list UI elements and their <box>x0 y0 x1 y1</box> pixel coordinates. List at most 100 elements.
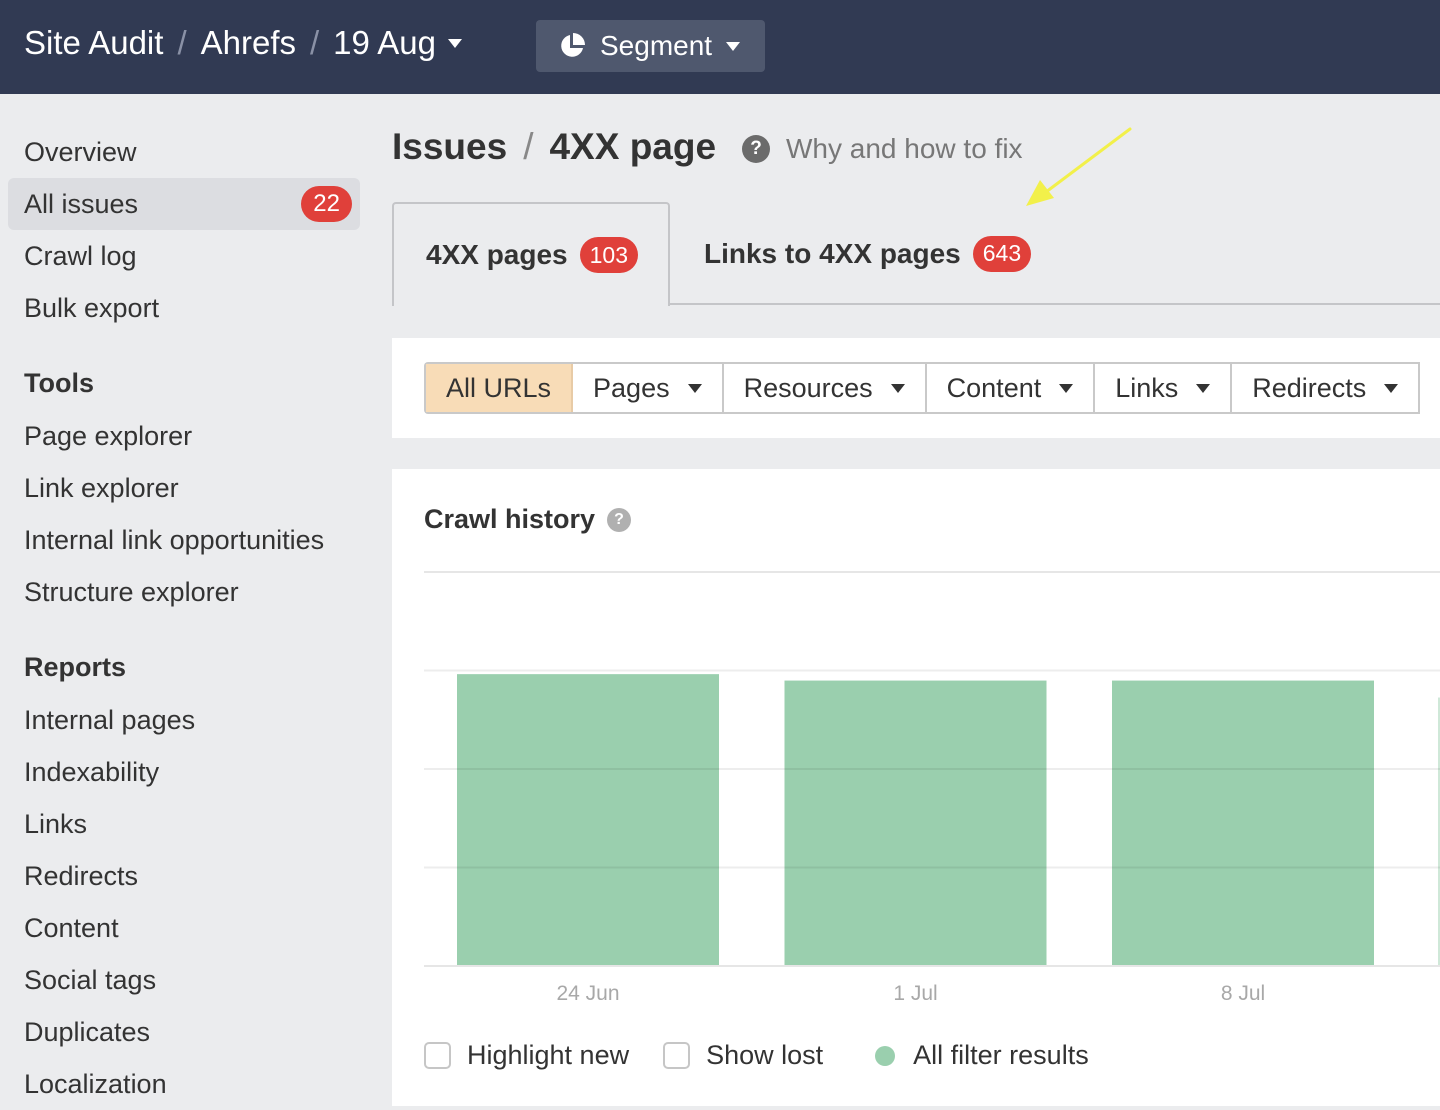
bar-1-jul[interactable] <box>784 680 1047 966</box>
title-separator: / <box>523 126 534 167</box>
filter-label: Redirects <box>1252 372 1367 403</box>
sidebar-item-label: Indexability <box>24 756 160 787</box>
sidebar-item-content[interactable]: Content <box>8 902 360 954</box>
sidebar-item-redirects[interactable]: Redirects <box>8 850 360 902</box>
sidebar-item-label: Redirects <box>24 860 139 891</box>
segment-button[interactable]: Segment <box>536 20 765 72</box>
crawl-history-chart: 24 Jun 1 Jul 8 Jul <box>424 571 1440 1005</box>
chevron-down-icon <box>890 383 905 393</box>
tab-count-badge: 643 <box>972 235 1032 272</box>
sidebar-item-label: Crawl log <box>24 240 137 271</box>
tab-label: 4XX pages <box>426 239 568 270</box>
sidebar-item-all-issues[interactable]: All issues 22 <box>8 178 360 230</box>
chevron-down-icon <box>1384 383 1399 393</box>
sidebar-item-label: Link explorer <box>24 472 179 503</box>
chevron-down-icon <box>1059 383 1074 393</box>
highlight-new-checkbox[interactable]: Highlight new <box>424 1040 629 1071</box>
filter-links-dropdown[interactable]: Links <box>1095 364 1233 412</box>
breadcrumb-separator: / <box>177 24 187 61</box>
sidebar-item-structure-explorer[interactable]: Structure explorer <box>8 566 360 618</box>
annotation-arrow-icon <box>1026 127 1132 206</box>
sidebar-item-label: Social tags <box>24 964 157 995</box>
checkbox-unchecked-icon <box>663 1042 691 1069</box>
sidebar-item-page-explorer[interactable]: Page explorer <box>8 410 360 462</box>
x-tick-label: 24 Jun <box>556 982 619 1005</box>
breadcrumb-project[interactable]: Ahrefs <box>201 24 296 62</box>
filter-pages-dropdown[interactable]: Pages <box>573 364 724 412</box>
sidebar-item-localization[interactable]: Localization <box>8 1058 360 1110</box>
x-tick-label: 8 Jul <box>1221 982 1265 1005</box>
sidebar-item-label: Page explorer <box>24 420 193 451</box>
filter-label: Content <box>946 372 1042 403</box>
sidebar-item-duplicates[interactable]: Duplicates <box>8 1006 360 1058</box>
tab-4xx-pages[interactable]: 4XX pages 103 <box>392 202 670 306</box>
chevron-down-icon <box>447 38 462 48</box>
tab-label: Links to 4XX pages <box>704 237 961 269</box>
legend-all-filter-results[interactable]: All filter results <box>875 1040 1089 1071</box>
filter-resources-dropdown[interactable]: Resources <box>723 364 927 412</box>
question-circle-icon: ? <box>742 135 770 163</box>
sidebar-item-label: Structure explorer <box>24 576 239 607</box>
title-issues-link[interactable]: Issues <box>392 126 507 168</box>
chevron-down-icon <box>1196 383 1211 393</box>
sidebar-item-internal-link-opportunities[interactable]: Internal link opportunities <box>8 514 360 566</box>
chevron-down-icon <box>687 383 702 393</box>
sidebar-item-label: Bulk export <box>24 292 160 323</box>
checkbox-unchecked-icon <box>424 1042 451 1069</box>
title-current: 4XX page <box>549 126 717 167</box>
issues-count-badge: 22 <box>301 186 352 222</box>
question-circle-icon[interactable]: ? <box>607 507 632 532</box>
crawl-date-label: 19 Aug <box>333 24 436 61</box>
sidebar-item-label: Content <box>24 912 119 943</box>
bar-24-jun[interactable] <box>457 674 719 966</box>
sidebar-item-label: Internal link opportunities <box>24 524 325 555</box>
sidebar-item-overview[interactable]: Overview <box>8 126 360 178</box>
url-filter-group: All URLs Pages Resources Content Links R… <box>424 362 1421 414</box>
filter-label: Links <box>1115 372 1179 403</box>
breadcrumb-separator: / <box>309 24 320 61</box>
sidebar-item-label: Overview <box>24 136 137 167</box>
legend-dot-icon <box>875 1045 896 1066</box>
help-link-label: Why and how to fix <box>786 133 1023 164</box>
sidebar-item-links[interactable]: Links <box>8 798 360 850</box>
sidebar-item-crawl-log[interactable]: Crawl log <box>8 230 360 282</box>
x-tick-label: 1 Jul <box>893 982 937 1005</box>
legend-label: Show lost <box>706 1040 824 1070</box>
sidebar-item-label: All issues <box>24 188 139 219</box>
sidebar-item-link-explorer[interactable]: Link explorer <box>8 462 360 514</box>
sidebar-heading-tools: Tools <box>24 368 94 398</box>
filter-content-dropdown[interactable]: Content <box>926 364 1096 412</box>
chart-legend: Highlight new Show lost All filter resul… <box>424 1040 1089 1071</box>
filter-label: Pages <box>593 372 670 403</box>
filter-label: Resources <box>743 372 873 403</box>
sidebar-item-internal-pages[interactable]: Internal pages <box>8 694 360 746</box>
filter-redirects-dropdown[interactable]: Redirects <box>1232 364 1421 412</box>
sidebar-heading-reports: Reports <box>24 652 127 682</box>
crawl-date-dropdown[interactable]: 19 Aug <box>333 24 462 62</box>
sidebar-item-label: Localization <box>24 1068 167 1099</box>
sidebar-item-indexability[interactable]: Indexability <box>8 746 360 798</box>
filter-all-urls[interactable]: All URLs <box>426 364 574 412</box>
tab-count-badge: 103 <box>579 237 639 273</box>
sidebar-item-label: Links <box>24 808 88 839</box>
legend-label: Highlight new <box>467 1040 630 1070</box>
segment-label: Segment <box>600 30 713 61</box>
pie-chart-icon <box>561 33 585 57</box>
chart-title: Crawl history ? <box>424 504 632 535</box>
sidebar-item-social-tags[interactable]: Social tags <box>8 954 360 1006</box>
sidebar-item-bulk-export[interactable]: Bulk export <box>8 282 360 334</box>
page-title: Issues / 4XX page <box>392 126 716 168</box>
legend-label: All filter results <box>913 1040 1089 1070</box>
why-and-how-to-fix-link[interactable]: ? Why and how to fix <box>742 133 1023 165</box>
breadcrumb-site-audit[interactable]: Site Audit <box>24 24 163 62</box>
bar-8-jul[interactable] <box>1112 680 1374 966</box>
sidebar-item-label: Internal pages <box>24 704 196 735</box>
show-lost-checkbox[interactable]: Show lost <box>663 1040 823 1071</box>
filter-label: All URLs <box>446 372 552 403</box>
chevron-down-icon <box>726 41 741 51</box>
breadcrumb: Site Audit / Ahrefs / 19 Aug <box>24 24 462 62</box>
sidebar-item-label: Duplicates <box>24 1016 151 1047</box>
top-bar: Site Audit / Ahrefs / 19 Aug Segment <box>0 0 1440 94</box>
tab-links-to-4xx-pages[interactable]: Links to 4XX pages 643 <box>704 202 1032 305</box>
chart-title-label: Crawl history <box>424 504 596 534</box>
